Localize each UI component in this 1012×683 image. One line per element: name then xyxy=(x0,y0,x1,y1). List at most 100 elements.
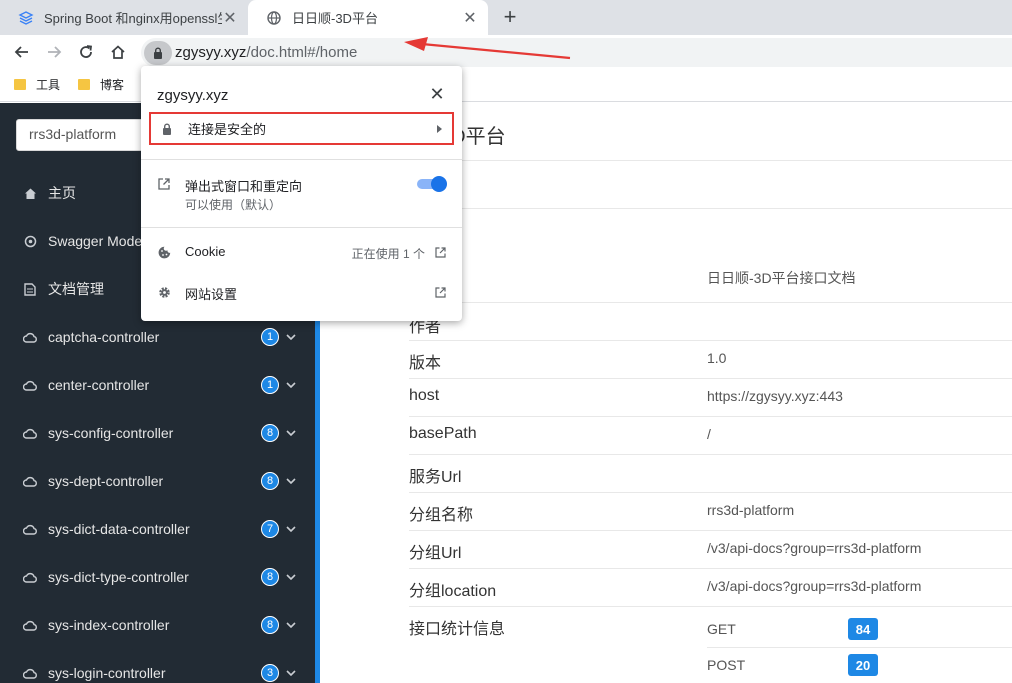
tab-close-icon[interactable]: ✕ xyxy=(462,10,478,27)
info-row-author: 作者 xyxy=(409,303,1012,341)
cookie-item[interactable]: Cookie 正在使用 1 个 xyxy=(157,244,447,262)
info-key: 服务Url xyxy=(409,469,462,486)
sidebar-item-label: sys-index-controller xyxy=(48,617,170,633)
chevron-down-icon[interactable] xyxy=(285,622,297,628)
method-row-get: GET 84 xyxy=(707,612,1012,648)
document-icon xyxy=(22,281,38,297)
url-host: zgysyy.xyz xyxy=(175,44,247,61)
info-key: 分组名称 xyxy=(409,507,474,524)
sidebar-item-center-controller[interactable]: center-controller 1 xyxy=(0,361,315,409)
info-row-version: 版本 1.0 xyxy=(409,341,1012,379)
toggle-knob xyxy=(431,176,447,192)
popups-redirects-item: 弹出式窗口和重定向 可以使用（默认） xyxy=(157,176,447,212)
sidebar-item-sys-index-controller[interactable]: sys-index-controller 8 xyxy=(0,601,315,649)
popup-divider xyxy=(141,159,462,160)
sidebar-item-label: center-controller xyxy=(48,377,150,393)
chevron-down-icon[interactable] xyxy=(285,478,297,484)
chevron-down-icon[interactable] xyxy=(285,670,297,676)
chevron-right-icon xyxy=(437,125,442,133)
gear-icon xyxy=(157,285,171,299)
popups-toggle[interactable] xyxy=(415,176,447,192)
count-badge: 8 xyxy=(261,616,279,634)
sidebar-item-sys-dict-data-controller[interactable]: sys-dict-data-controller 7 xyxy=(0,505,315,553)
info-value: https://zgysyy.xyz:443 xyxy=(707,388,843,404)
info-row-group-location: 分组location /v3/api-docs?group=rrs3d-plat… xyxy=(409,569,1012,607)
back-arrow-icon xyxy=(14,46,28,58)
info-row-group-url: 分组Url /v3/api-docs?group=rrs3d-platform xyxy=(409,531,1012,569)
info-key: 版本 xyxy=(409,355,442,372)
tab-close-icon[interactable]: ✕ xyxy=(222,10,238,27)
sidebar-item-label: sys-dict-type-controller xyxy=(48,569,189,585)
connection-secure-label: 连接是安全的 xyxy=(188,122,267,137)
sidebar-item-label: sys-dict-data-controller xyxy=(48,521,190,537)
external-link-icon[interactable] xyxy=(433,245,447,259)
close-icon[interactable]: ✕ xyxy=(428,84,446,104)
count-badge: 1 xyxy=(261,376,279,394)
count-badge: 1 xyxy=(261,328,279,346)
cloud-icon xyxy=(22,377,38,393)
info-row-group-name: 分组名称 rrs3d-platform xyxy=(409,493,1012,531)
info-row-service-url: 服务Url xyxy=(409,455,1012,493)
external-link-icon[interactable] xyxy=(433,285,447,299)
site-settings-label: 网站设置 xyxy=(185,287,238,302)
chevron-down-icon[interactable] xyxy=(285,334,297,340)
info-value: / xyxy=(707,426,711,442)
models-icon xyxy=(22,233,38,249)
sidebar-item-sys-config-controller[interactable]: sys-config-controller 8 xyxy=(0,409,315,457)
chevron-down-icon[interactable] xyxy=(285,574,297,580)
forward-button[interactable] xyxy=(40,38,68,66)
folder-icon xyxy=(14,79,26,90)
tab-spring-boot[interactable]: Spring Boot 和nginx用openssl生 ✕ xyxy=(0,0,248,35)
new-tab-button[interactable]: + xyxy=(497,4,523,30)
sidebar-item-label: sys-config-controller xyxy=(48,425,174,441)
back-button[interactable] xyxy=(8,38,36,66)
sidebar-item-label: sys-login-controller xyxy=(48,665,166,681)
home-icon xyxy=(22,185,38,201)
info-key: 分组location xyxy=(409,583,497,600)
info-row-description: 日日顺-3D平台接口文档 xyxy=(409,257,1012,303)
site-info-lock-icon[interactable] xyxy=(144,40,172,65)
forward-arrow-icon xyxy=(48,46,62,58)
cloud-icon xyxy=(22,665,38,681)
info-key: host xyxy=(409,387,440,404)
cloud-icon xyxy=(22,473,38,489)
reload-icon xyxy=(80,45,93,58)
popup-host: zgysyy.xyz xyxy=(157,87,229,104)
info-row-basepath: basePath / xyxy=(409,417,1012,455)
chevron-down-icon[interactable] xyxy=(285,382,297,388)
annotation-arrow xyxy=(404,37,571,60)
method-name: POST xyxy=(707,657,746,673)
count-badge: 8 xyxy=(261,472,279,490)
bookmark-label: 博客 xyxy=(100,78,125,92)
info-value: /v3/api-docs?group=rrs3d-platform xyxy=(707,578,922,594)
sidebar-item-sys-dept-controller[interactable]: sys-dept-controller 8 xyxy=(0,457,315,505)
chevron-down-icon[interactable] xyxy=(285,430,297,436)
sidebar-item-sys-dict-type-controller[interactable]: sys-dict-type-controller 8 xyxy=(0,553,315,601)
tab-3d-platform[interactable]: 日日顺-3D平台 ✕ xyxy=(248,0,488,35)
reload-button[interactable] xyxy=(72,38,100,66)
site-settings-item[interactable]: 网站设置 xyxy=(157,284,447,302)
popup-divider xyxy=(141,227,462,228)
info-value: 1.0 xyxy=(707,350,727,366)
address-bar[interactable]: zgysyy.xyz/doc.html#/home xyxy=(141,38,1012,67)
home-icon xyxy=(111,45,125,59)
count-badge: 7 xyxy=(261,520,279,538)
bookmark-tools[interactable]: 工具 xyxy=(14,76,60,93)
cookie-label: Cookie xyxy=(185,244,226,259)
sidebar-item-label: sys-dept-controller xyxy=(48,473,164,489)
popups-sublabel: 可以使用（默认） xyxy=(185,198,282,212)
home-button[interactable] xyxy=(104,38,132,66)
bookmark-blog[interactable]: 博客 xyxy=(78,76,124,93)
method-count-badge: 84 xyxy=(848,618,878,640)
count-badge: 3 xyxy=(261,664,279,682)
url-text[interactable]: zgysyy.xyz/doc.html#/home xyxy=(175,44,357,61)
connection-secure-item[interactable]: 连接是安全的 xyxy=(149,112,454,145)
cookie-icon xyxy=(157,245,171,259)
url-path: /doc.html#/home xyxy=(246,44,358,61)
sidebar-item-sys-login-controller[interactable]: sys-login-controller 3 xyxy=(0,649,315,683)
blog-favicon-icon xyxy=(18,10,34,26)
chevron-down-icon[interactable] xyxy=(285,526,297,532)
info-value: /v3/api-docs?group=rrs3d-platform xyxy=(707,540,922,556)
info-key: basePath xyxy=(409,425,477,442)
tab-strip: Spring Boot 和nginx用openssl生 ✕ 日日顺-3D平台 ✕… xyxy=(0,0,1012,35)
